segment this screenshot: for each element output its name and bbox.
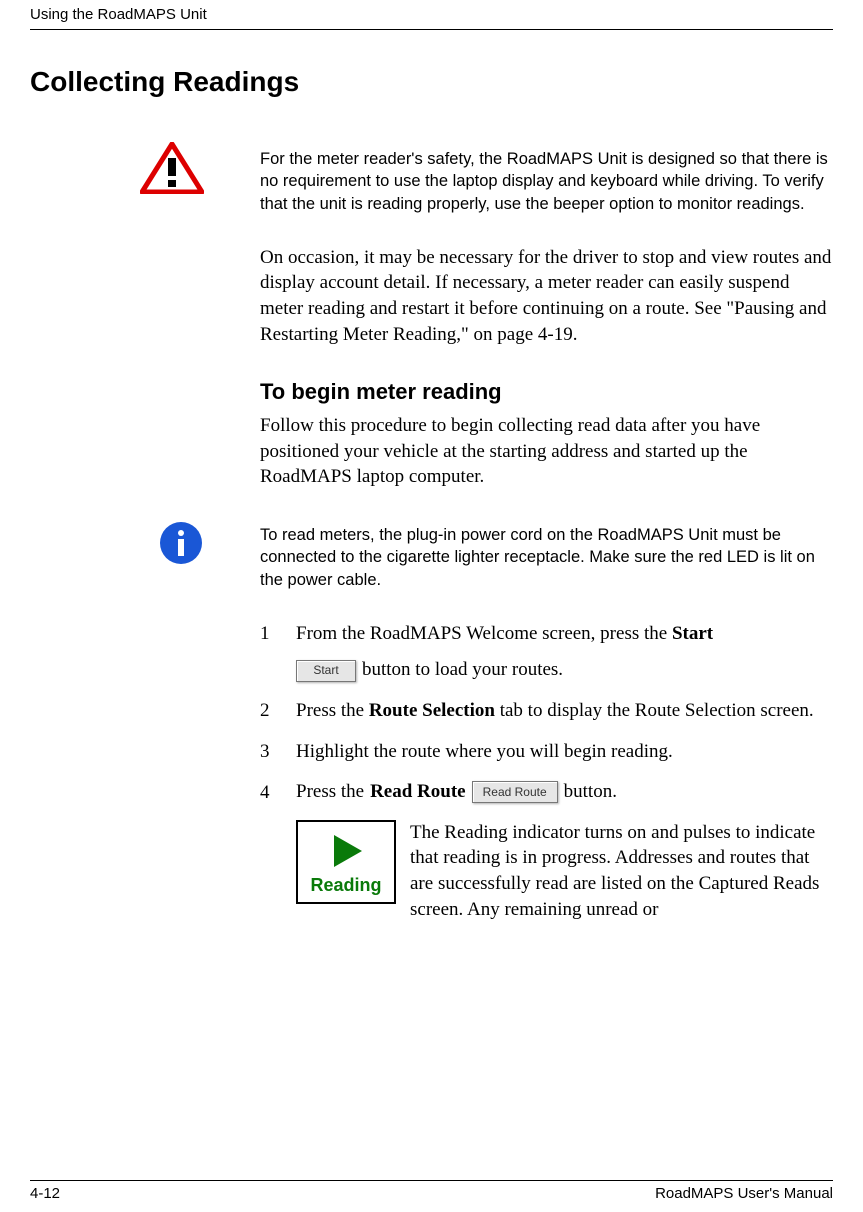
step-text: Highlight the route where you will begin… — [296, 739, 833, 766]
intro-paragraph: On occasion, it may be necessary for the… — [260, 245, 833, 348]
info-text: To read meters, the plug-in power cord o… — [260, 524, 833, 591]
running-header: Using the RoadMAPS Unit — [30, 0, 833, 30]
reading-paragraph: The Reading indicator turns on and pulse… — [410, 820, 833, 923]
step-text-post: button. — [564, 779, 617, 806]
reading-indicator-label: Reading — [310, 873, 381, 897]
section-heading: Collecting Readings — [30, 66, 833, 98]
step-number: 4 — [260, 780, 296, 806]
read-route-button[interactable]: Read Route — [472, 781, 558, 803]
step-2: 2 Press the Route Selection tab to displ… — [260, 698, 833, 725]
step-bold: Read Route — [370, 779, 466, 806]
warning-icon — [140, 142, 204, 194]
manual-title: RoadMAPS User's Manual — [655, 1185, 833, 1202]
start-button[interactable]: Start — [296, 660, 356, 682]
info-callout: To read meters, the plug-in power cord o… — [260, 524, 833, 591]
play-icon — [326, 831, 366, 871]
subheading: To begin meter reading — [260, 377, 833, 407]
step-text-post: tab to display the Route Selection scree… — [495, 700, 814, 721]
step-4: 4 Press the Read Route Read Route button… — [260, 779, 833, 806]
step-1: 1 From the RoadMAPS Welcome screen, pres… — [260, 621, 833, 684]
info-icon — [160, 522, 202, 564]
page-number: 4-12 — [30, 1185, 60, 1202]
step-3: 3 Highlight the route where you will beg… — [260, 739, 833, 766]
warning-text: For the meter reader's safety, the RoadM… — [260, 148, 833, 215]
step-number: 1 — [260, 621, 296, 647]
step-number: 3 — [260, 739, 296, 765]
step-number: 2 — [260, 698, 296, 724]
step-bold: Route Selection — [369, 700, 495, 721]
reading-block: Reading The Reading indicator turns on a… — [296, 820, 833, 923]
step-bold: Start — [672, 623, 713, 644]
reading-indicator: Reading — [296, 820, 396, 904]
step-text: From the RoadMAPS Welcome screen, press … — [296, 623, 672, 644]
warning-callout: For the meter reader's safety, the RoadM… — [260, 148, 833, 215]
page-footer: 4-12 RoadMAPS User's Manual — [30, 1180, 833, 1202]
step-text: Press the — [296, 779, 364, 806]
subheading-paragraph: Follow this procedure to begin collectin… — [260, 413, 833, 490]
step-text-post: button to load your routes. — [362, 657, 563, 684]
step-text: Press the — [296, 700, 369, 721]
